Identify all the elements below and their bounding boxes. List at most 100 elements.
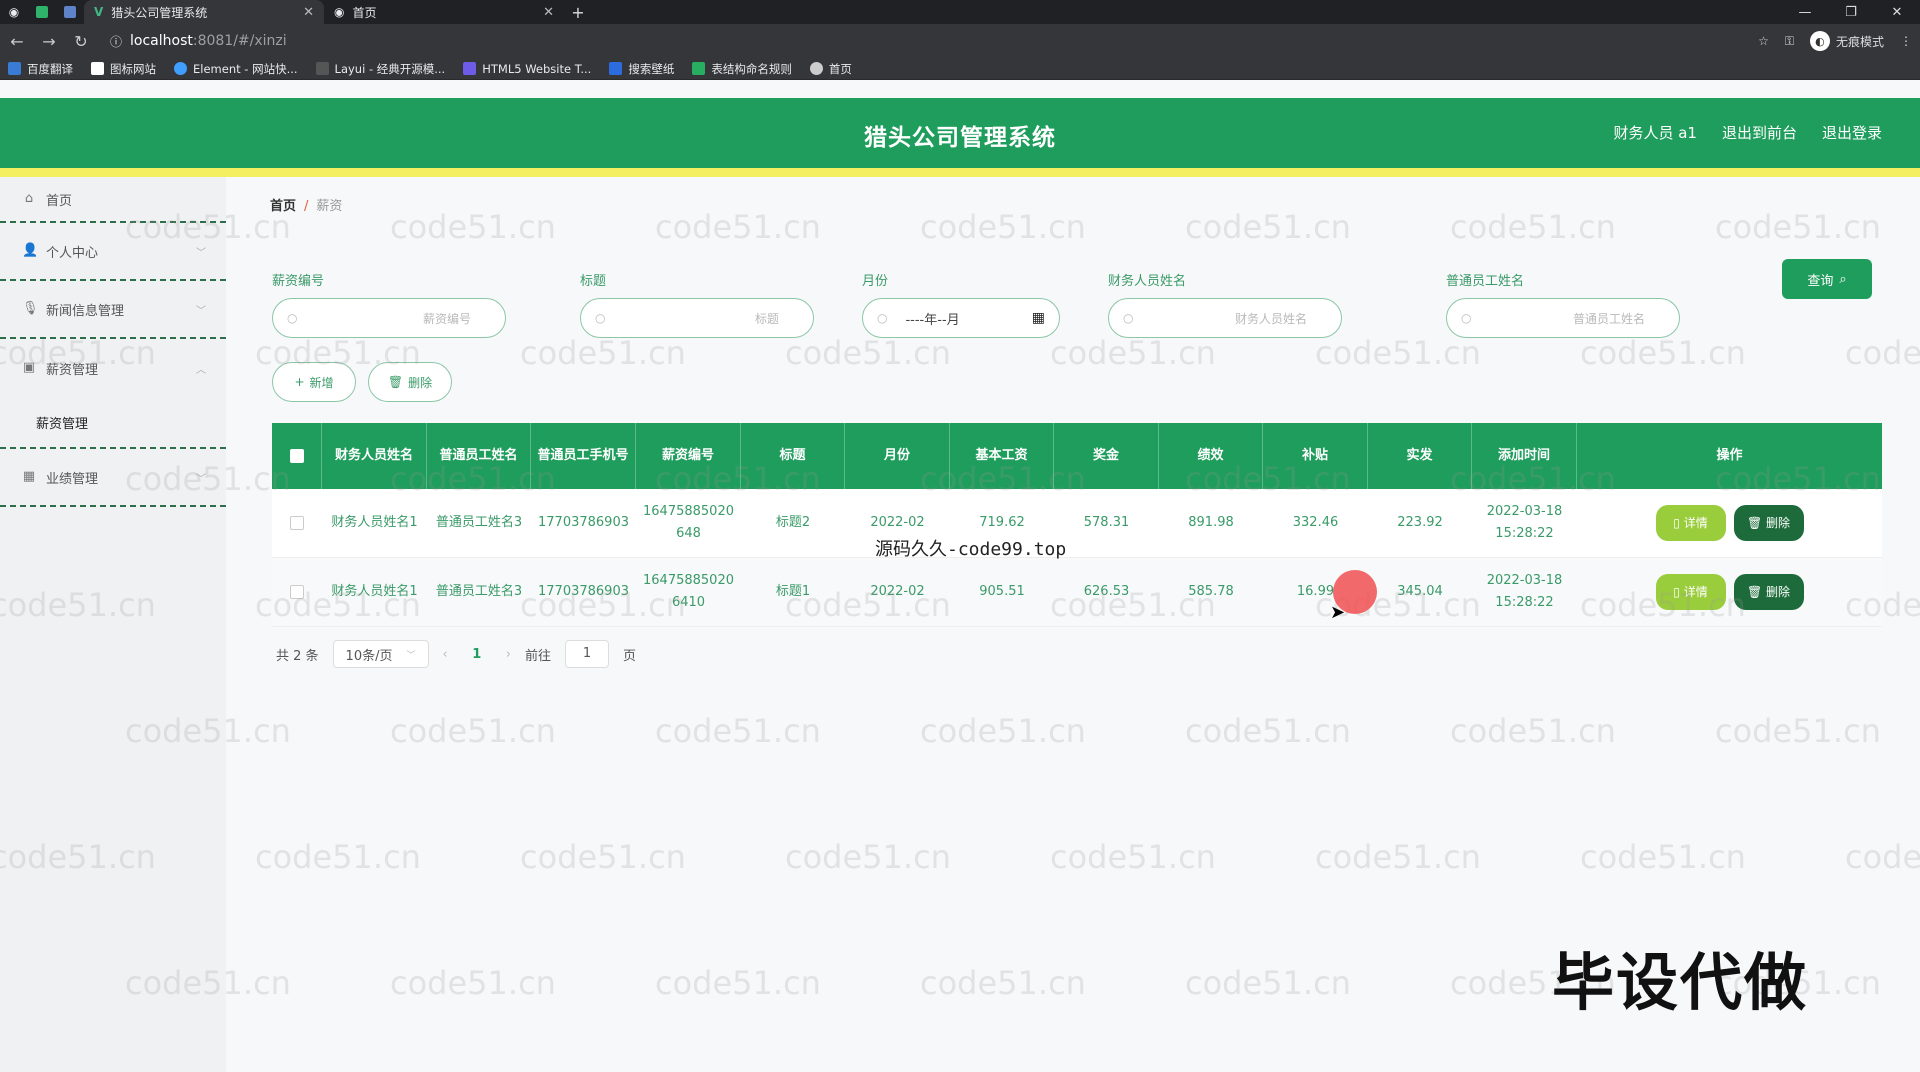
browser-chrome-icon[interactable]: ◉ — [0, 0, 28, 24]
url-field[interactable]: ⓘ localhost:8081/#/xinzi — [104, 28, 1744, 54]
more-icon[interactable]: ⋮ — [1900, 34, 1912, 48]
bookmark-item[interactable]: 首页 — [809, 61, 852, 77]
query-button[interactable]: 查询 ⌕ — [1782, 259, 1872, 299]
add-button[interactable]: + 新增 — [272, 362, 356, 402]
cell-actual-pay: 223.92 — [1397, 515, 1443, 530]
back-icon[interactable]: ← — [8, 32, 26, 51]
search-icon: ○ — [287, 311, 298, 325]
delete-button[interactable]: 🗑 删除 — [1733, 505, 1804, 541]
salary-no-input[interactable]: ○ 薪资编号 — [272, 298, 506, 338]
prev-page-icon[interactable]: ‹ — [443, 647, 448, 662]
globe-icon: ◉ — [334, 5, 345, 19]
col-header: 月份 — [845, 423, 950, 489]
key-icon[interactable]: ⚿ — [1785, 34, 1794, 49]
row-checkbox[interactable] — [290, 585, 304, 599]
new-tab-button[interactable]: + — [564, 3, 592, 22]
col-header: 绩效 — [1159, 423, 1263, 489]
app-favicon-icon[interactable] — [56, 0, 84, 24]
row-select-cell — [272, 558, 322, 626]
next-page-icon[interactable]: › — [506, 647, 511, 662]
employee-name-input[interactable]: ○ 普通员工姓名 — [1446, 298, 1680, 338]
goto-page-input[interactable]: 1 — [564, 640, 609, 668]
current-user: 财务人员 a1 — [1613, 124, 1697, 142]
info-icon: ⓘ — [110, 34, 123, 49]
close-window-icon[interactable]: ✕ — [1874, 5, 1920, 20]
bookmark-label: 首页 — [828, 61, 852, 76]
batch-delete-button[interactable]: 🗑 删除 — [368, 362, 452, 402]
accent-strip — [0, 168, 1920, 177]
month-input[interactable]: ○ ----年--月 ▦ — [862, 298, 1060, 338]
tab-active[interactable]: V 猎头公司管理系统 ✕ — [84, 0, 324, 24]
filter-label-employee-name: 普通员工姓名 — [1446, 274, 1525, 289]
detail-button[interactable]: ▯ 详情 — [1655, 505, 1726, 541]
bookmark-item[interactable]: 表结构命名规则 — [692, 61, 792, 77]
close-icon[interactable]: ✕ — [303, 5, 314, 20]
bookmark-item[interactable]: Layui - 经典开源模... — [315, 61, 445, 77]
logout-link[interactable]: 退出登录 — [1822, 122, 1882, 143]
col-header: 标题 — [741, 423, 845, 489]
sidebar-item-home[interactable]: ⌂ 首页 — [0, 177, 226, 223]
cell-performance: 891.98 — [1188, 515, 1234, 530]
reload-icon[interactable]: ↻ — [72, 32, 90, 51]
finance-name-input[interactable]: ○ 财务人员姓名 — [1108, 298, 1342, 338]
bookmark-item[interactable]: HTML5 Website T... — [463, 62, 591, 76]
url-path: :8081/#/xinzi — [192, 33, 287, 49]
sidebar-item-performance[interactable]: ▦ 业绩管理 ﹀ — [0, 449, 226, 507]
sidebar-item-profile[interactable]: 👤 个人中心 ﹀ — [0, 223, 226, 281]
delete-button[interactable]: 🗑 删除 — [1733, 574, 1804, 610]
search-icon: ○ — [595, 311, 606, 325]
star-icon[interactable]: ☆ — [1758, 34, 1769, 48]
search-icon: ○ — [1461, 311, 1472, 325]
select-all-checkbox[interactable] — [289, 449, 304, 463]
bookmark-label: 图标网站 — [110, 61, 156, 76]
cell-phone: 17703786903 — [538, 584, 629, 599]
row-checkbox[interactable] — [290, 516, 304, 530]
close-icon[interactable]: ✕ — [543, 5, 554, 20]
mouse-cursor-icon: ➤ — [1330, 602, 1346, 623]
search-icon: ⌕ — [1839, 271, 1847, 287]
calendar-icon[interactable]: ▦ — [1032, 310, 1045, 326]
total-count: 共 2 条 — [276, 648, 319, 664]
bookmark-item[interactable]: 搜索壁纸 — [609, 61, 674, 77]
sidebar-subitem-salary[interactable]: 薪资管理 — [0, 397, 226, 449]
breadcrumb-home[interactable]: 首页 — [270, 199, 296, 214]
browser-tab-bar: ◉ V 猎头公司管理系统 ✕ ◉ 首页 ✕ + — ❐ ✕ — [0, 0, 1920, 24]
tab-home[interactable]: ◉ 首页 ✕ — [324, 0, 564, 24]
cell-actual-pay: 345.04 — [1397, 584, 1443, 599]
bookmark-item[interactable]: Element - 网站快... — [174, 61, 298, 77]
cell-base-salary: 905.51 — [979, 584, 1025, 599]
cell-title: 标题2 — [775, 515, 811, 530]
input-placeholder: 普通员工姓名 — [1572, 311, 1645, 326]
bookmark-item[interactable]: 图标网站 — [91, 61, 156, 77]
col-header: 实发 — [1368, 423, 1472, 489]
bookmark-label: HTML5 Website T... — [482, 61, 592, 76]
delete-button-label: 删除 — [1766, 516, 1791, 530]
bookmark-label: 搜索壁纸 — [628, 61, 675, 76]
forward-icon[interactable]: → — [40, 32, 58, 51]
page-number[interactable]: 1 — [462, 647, 492, 662]
title-input[interactable]: ○ 标题 — [580, 298, 814, 338]
app-favicon-icon[interactable] — [28, 0, 56, 24]
page-size-select[interactable]: 10条/页 ﹀ — [332, 640, 429, 668]
back-to-front-link[interactable]: 退出到前台 — [1722, 122, 1797, 143]
doc-icon: ▯ — [1673, 516, 1684, 530]
input-placeholder: 财务人员姓名 — [1234, 311, 1307, 326]
sidebar-item-news[interactable]: 🎙 新闻信息管理 ﹀ — [0, 281, 226, 339]
trash-icon: 🗑 — [387, 375, 404, 389]
bookmark-item[interactable]: 百度翻译 — [8, 61, 73, 77]
incognito-indicator[interactable]: ◐ 无痕模式 — [1809, 31, 1884, 51]
breadcrumb-current: 薪资 — [316, 199, 343, 214]
bookmark-label: 表结构命名规则 — [711, 61, 792, 76]
restore-icon[interactable]: ❐ — [1828, 5, 1874, 20]
detail-button[interactable]: ▯ 详情 — [1655, 574, 1726, 610]
sidebar-item-salary[interactable]: ▣ 薪资管理 ︿ — [0, 339, 226, 397]
chevron-down-icon: ﹀ — [406, 650, 416, 661]
promo-overlay-text: 毕设代做 — [1552, 946, 1809, 1019]
page-size-value: 10条/页 — [345, 648, 393, 664]
cell-title: 标题1 — [775, 584, 811, 599]
sidebar-item-label: 薪资管理 — [46, 362, 99, 378]
app-header: 猎头公司管理系统 财务人员 a1 退出到前台 退出登录 — [0, 98, 1920, 168]
chevron-down-icon: ﹀ — [196, 305, 206, 317]
minimize-icon[interactable]: — — [1782, 5, 1828, 20]
cell-bonus: 578.31 — [1083, 515, 1130, 530]
